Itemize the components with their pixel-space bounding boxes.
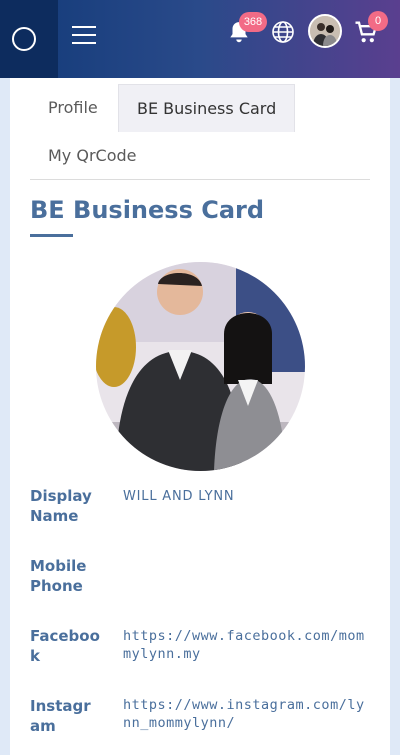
mobile-phone-label: Mobile Phone <box>30 557 87 595</box>
facebook-link[interactable]: https://www.facebook.com/mommylynn.my <box>123 627 373 663</box>
avatar[interactable] <box>308 14 342 48</box>
business-card-photo <box>96 262 305 471</box>
facebook-label: Facebook <box>30 627 100 665</box>
top-navbar: 368 0 <box>0 0 400 78</box>
content-card: Profile BE Business Card My QrCode BE Bu… <box>10 78 390 755</box>
display-name-label: Display Name <box>30 487 92 525</box>
tab-profile[interactable]: Profile <box>48 84 98 131</box>
title-underline <box>30 234 73 237</box>
notification-count-badge: 368 <box>239 12 267 32</box>
logo-ring <box>12 27 36 51</box>
logo-icon[interactable] <box>0 0 58 78</box>
tab-bar: Profile BE Business Card My QrCode <box>30 84 370 180</box>
instagram-label: Instagram <box>30 697 91 735</box>
tab-be-business-card[interactable]: BE Business Card <box>118 84 296 132</box>
cart-count-badge: 0 <box>368 11 388 31</box>
globe-icon[interactable] <box>271 20 295 44</box>
display-name-value: WILL AND LYNN <box>123 489 235 504</box>
hamburger-menu-icon[interactable] <box>72 26 96 46</box>
tab-my-qrcode[interactable]: My QrCode <box>48 132 137 179</box>
instagram-link[interactable]: https://www.instagram.com/lynn_mommylynn… <box>123 696 373 732</box>
section-title: BE Business Card <box>30 196 265 224</box>
